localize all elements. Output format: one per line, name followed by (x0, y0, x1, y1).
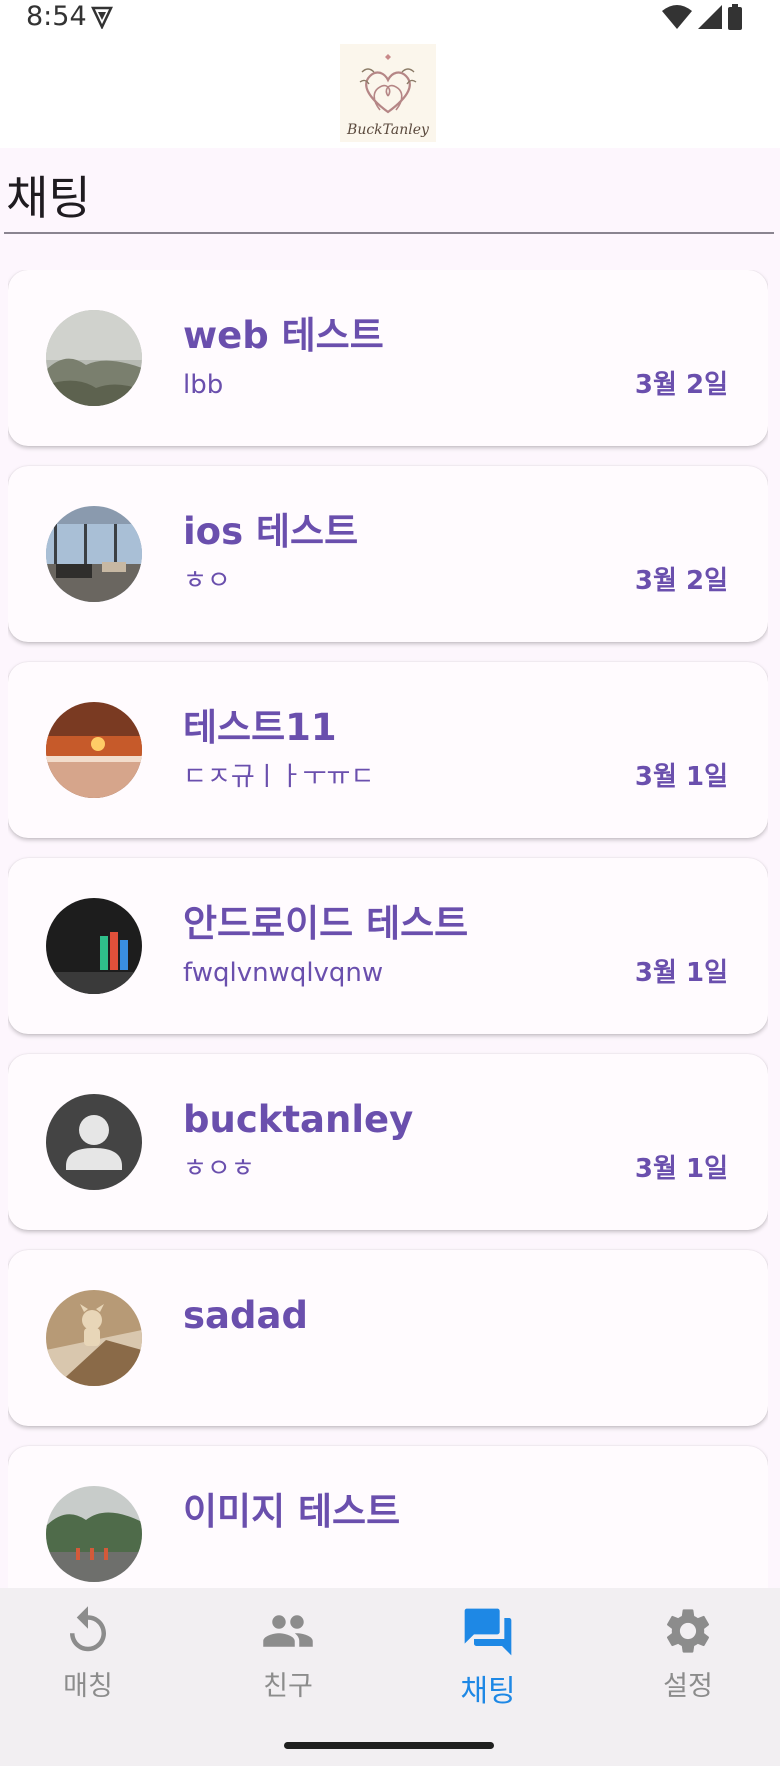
bottom-navigation: 매칭 친구 채팅 설정 (0, 1588, 780, 1766)
tab-friends-label: 친구 (263, 1671, 313, 1702)
tab-matching-label: 매칭 (63, 1671, 113, 1702)
battery-icon (728, 4, 742, 30)
chat-room-item[interactable]: 안드로이드 테스트 fwqlvnwqlvqnw 3월 1일 (8, 858, 768, 1034)
chat-last-message: ㄷㅈ규ㅣㅏㅜㅠㄷ (183, 762, 375, 792)
chat-avatar (46, 702, 142, 798)
chat-avatar (46, 1290, 142, 1386)
home-indicator[interactable] (284, 1742, 494, 1749)
app-header: BuckTanley (0, 36, 780, 148)
chat-date: 3월 1일 (634, 1154, 728, 1184)
chat-avatar (46, 1486, 142, 1582)
title-divider (4, 232, 774, 234)
chat-room-name: 테스트11 (183, 706, 337, 749)
chat-room-name: sadad (183, 1294, 308, 1337)
chat-list[interactable]: web 테스트 lbb 3월 2일 ios 테스트 ㅎㅇ 3월 2일 테스트11… (8, 270, 768, 1588)
chat-room-name: ios 테스트 (183, 510, 359, 553)
status-time: 8:54 (26, 1, 87, 32)
chat-date: 3월 2일 (634, 370, 728, 400)
chat-room-item[interactable]: web 테스트 lbb 3월 2일 (8, 270, 768, 446)
chat-room-item[interactable]: 테스트11 ㄷㅈ규ㅣㅏㅜㅠㄷ 3월 1일 (8, 662, 768, 838)
chat-last-message: ㅎㅇ (183, 566, 231, 596)
vpn-shield-icon (91, 6, 113, 29)
chat-date: 3월 2일 (634, 566, 728, 596)
chat-date: 3월 1일 (634, 762, 728, 792)
chat-room-name: web 테스트 (183, 314, 384, 357)
chat-avatar (46, 898, 142, 994)
chat-room-item[interactable]: sadad (8, 1250, 768, 1426)
chat-screen: 8:54 BuckTanley 채팅 web 테스트 lbb 3월 2일 ios… (0, 0, 780, 1766)
tab-settings-label: 설정 (663, 1671, 713, 1702)
bucktanley-logo: BuckTanley (340, 44, 436, 142)
chat-avatar (46, 506, 142, 602)
gear-icon (666, 1609, 710, 1653)
chat-room-item[interactable]: ios 테스트 ㅎㅇ 3월 2일 (8, 466, 768, 642)
status-bar: 8:54 (0, 0, 780, 36)
page-title: 채팅 (6, 171, 91, 225)
tab-friends[interactable]: 친구 (218, 1604, 358, 1724)
refresh-icon (70, 1606, 106, 1652)
wifi-icon (662, 5, 692, 29)
signal-icon (698, 5, 722, 29)
chat-last-message: fwqlvnwqlvqnw (183, 958, 384, 988)
people-icon (263, 1615, 313, 1647)
chat-last-message: lbb (183, 370, 224, 400)
chat-room-name: 이미지 테스트 (183, 1490, 401, 1533)
chat-icon (464, 1608, 512, 1656)
heart-logo-icon (359, 54, 417, 114)
chat-date: 3월 1일 (634, 958, 728, 988)
tab-settings[interactable]: 설정 (618, 1604, 758, 1724)
status-icons (662, 4, 742, 30)
chat-last-message: ㅎㅇㅎ (183, 1154, 255, 1184)
tab-chat-label: 채팅 (460, 1674, 516, 1709)
logo-text: BuckTanley (347, 122, 429, 138)
chat-room-item[interactable]: 이미지 테스트 (8, 1446, 768, 1588)
tab-matching[interactable]: 매칭 (18, 1604, 158, 1724)
chat-avatar (46, 310, 142, 406)
chat-room-name: bucktanley (183, 1098, 414, 1141)
chat-room-item[interactable]: bucktanley ㅎㅇㅎ 3월 1일 (8, 1054, 768, 1230)
default-avatar-icon (46, 1094, 142, 1190)
tab-chat[interactable]: 채팅 (418, 1604, 558, 1724)
chat-room-name: 안드로이드 테스트 (183, 902, 469, 945)
